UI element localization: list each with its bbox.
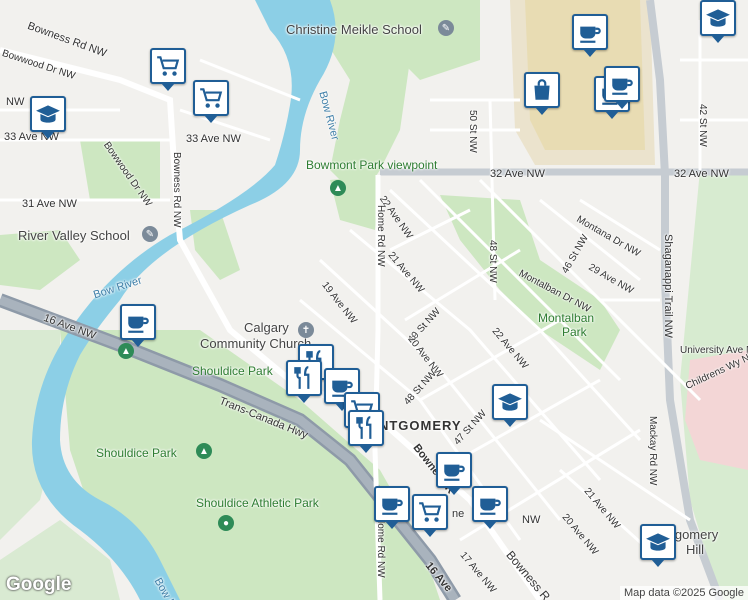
park-label: Montalban: [538, 311, 595, 325]
map-attribution[interactable]: Map data ©2025 Google: [619, 586, 748, 600]
restaurant-pin-fork-icon[interactable]: [286, 360, 322, 396]
road-label: Home Rd NW: [375, 205, 386, 267]
church-label: Community Church: [200, 336, 312, 351]
school-label: River Valley School: [18, 228, 130, 243]
school-pin-school-icon[interactable]: [30, 96, 66, 132]
restaurant-pin-fork-icon[interactable]: [348, 410, 384, 446]
shopping-cart-pin-cart-icon[interactable]: [193, 80, 229, 116]
park-label: Park: [562, 325, 587, 339]
church-poi-icon[interactable]: ✝: [298, 322, 314, 338]
school-poi-icon[interactable]: ✎: [142, 226, 158, 242]
road-label: 32 Ave NW: [490, 168, 545, 180]
park-poi-icon[interactable]: ●: [218, 515, 234, 531]
park-poi-icon[interactable]: ▲: [196, 443, 212, 459]
neighborhood-label: Hill: [686, 542, 705, 557]
coffee-pin-cup-icon[interactable]: [436, 452, 472, 488]
viewpoint-poi-icon[interactable]: ▲: [330, 180, 346, 196]
road-label: Bowness Rd NW: [171, 152, 182, 228]
coffee-pin-cup-icon[interactable]: [472, 486, 508, 522]
coffee-pin-cup-icon[interactable]: [374, 486, 410, 522]
viewpoint-label: Bowmont Park viewpoint: [306, 158, 438, 172]
shopping-cart-pin-cart-icon[interactable]: [150, 48, 186, 84]
google-logo: Google: [6, 574, 72, 595]
coffee-pin-cup-icon[interactable]: [120, 304, 156, 340]
park-label: Shouldice Park: [192, 364, 273, 378]
school-pin-school-icon[interactable]: [640, 524, 676, 560]
road-label: 32 Ave NW: [674, 168, 729, 180]
road-label: Mackay Rd NW: [647, 416, 658, 486]
coffee-pin-cup-icon[interactable]: [604, 66, 640, 102]
road-label: NW: [6, 96, 25, 108]
road-label: 50 St NW: [467, 110, 478, 153]
road-label: 42 St NW: [697, 104, 708, 147]
road-label: University Ave NW: [680, 345, 748, 356]
road-label: 31 Ave NW: [22, 198, 77, 210]
coffee-pin-cup-icon[interactable]: [572, 14, 608, 50]
road-label: 33 Ave NW: [186, 133, 241, 145]
map-canvas[interactable]: Bowness Rd NW Bowwood Dr NW NW 33 Ave NW…: [0, 0, 748, 600]
road-label: ne: [452, 508, 465, 520]
park-label: Shouldice Park: [96, 446, 177, 460]
church-label: Calgary: [244, 320, 289, 335]
shopping-bag-pin-bag-icon[interactable]: [524, 72, 560, 108]
school-poi-icon[interactable]: ✎: [438, 20, 454, 36]
shopping-cart-pin-cart-icon[interactable]: [412, 494, 448, 530]
road-label: NW: [522, 514, 541, 526]
road-label: Shaganappi Trail NW: [662, 234, 674, 338]
school-pin-school-icon[interactable]: [492, 384, 528, 420]
school-pin-school-icon[interactable]: [700, 0, 736, 36]
park-label: Shouldice Athletic Park: [196, 496, 319, 510]
school-label: Christine Meikle School: [286, 22, 422, 37]
road-label: 48 St NW: [487, 240, 498, 283]
